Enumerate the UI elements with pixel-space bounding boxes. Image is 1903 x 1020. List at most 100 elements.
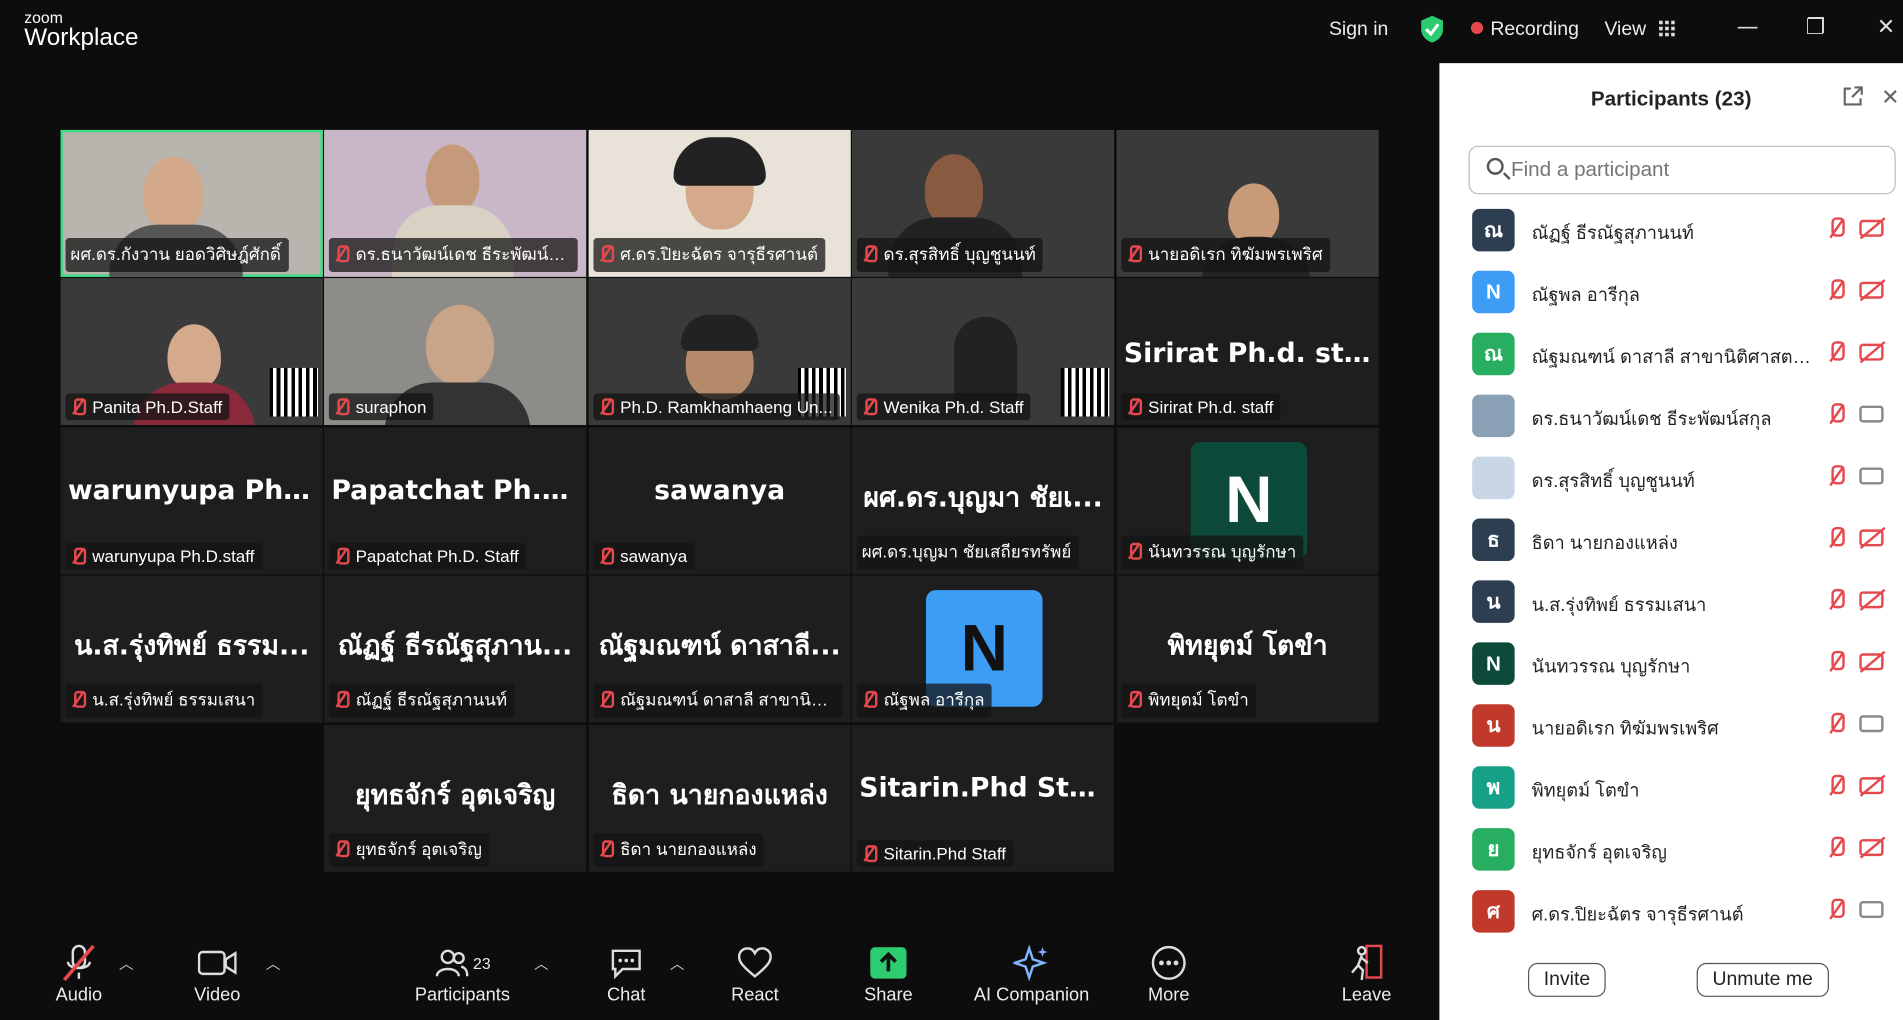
camera-off-icon[interactable]: [1859, 777, 1884, 795]
participant-row[interactable]: ดร.ธนาวัฒน์เดช ธีระพัฒน์สกุล: [1439, 385, 1903, 447]
participant-row[interactable]: น นายอดิเรก ทิฆัมพรเพริศ: [1439, 695, 1903, 757]
video-tile[interactable]: N นันทวรรณ บุญรักษา: [1116, 427, 1379, 575]
participant-name: Sirirat Ph.d. staff: [1121, 393, 1281, 421]
video-tile[interactable]: Panita Ph.D.Staff: [60, 278, 323, 425]
video-tile[interactable]: sawanya sawanya: [588, 427, 851, 575]
video-tile[interactable]: ดร.สุรสิทธิ์ บุญชูนนท์: [851, 129, 1115, 277]
participant-search[interactable]: [1468, 145, 1896, 195]
video-tile[interactable]: warunyupa Ph.... warunyupa Ph.D.staff: [60, 427, 323, 575]
camera-off-icon[interactable]: [1859, 219, 1884, 237]
pop-out-icon[interactable]: [1842, 85, 1864, 113]
chat-button[interactable]: Chat: [602, 941, 651, 1005]
video-tile[interactable]: ดร.ธนาวัฒน์เดช ธีระพัฒน์สกุล: [324, 129, 587, 277]
video-tile[interactable]: Wenika Ph.d. Staff: [851, 278, 1115, 425]
video-tile[interactable]: Sitarin.Phd Staff Sitarin.Phd Staff: [851, 724, 1115, 872]
camera-off-icon[interactable]: [1859, 281, 1884, 299]
mic-muted-icon[interactable]: [1825, 650, 1847, 675]
video-button[interactable]: Video: [187, 941, 248, 1005]
video-tile[interactable]: พิทยุตม์ โตขำ พิทยุตม์ โตขำ: [1116, 575, 1379, 723]
participants-button[interactable]: 23 Participants: [413, 941, 513, 1005]
video-tile[interactable]: ณัฏฐ์ ธีรณัฐสุภาน... ณัฏฐ์ ธีรณัฐสุภานนท…: [324, 575, 587, 723]
restore-icon[interactable]: ❐: [1801, 15, 1830, 44]
participant-row[interactable]: N ณัฐพล อารีกุล: [1439, 261, 1903, 323]
search-input[interactable]: [1510, 154, 1876, 186]
video-tile[interactable]: นายอดิเรก ทิฆัมพรเพริศ: [1116, 129, 1379, 277]
video-tile[interactable]: น.ส.รุ่งทิพย์ ธรรม... น.ส.รุ่งทิพย์ ธรรม…: [60, 575, 323, 723]
qr-code: [269, 367, 318, 417]
participant-list: ณณัฏฐ์ ธีรณัฐสุภานนท์ N ณัฐพล อารีกุลณณัฐม…: [1439, 199, 1903, 942]
participant-display-name: ยุทธจักร์ อุตเจริญ: [354, 780, 556, 812]
participant-row[interactable]: ย ยุทธจักร์ อุตเจริญ: [1439, 818, 1903, 880]
camera-off-icon[interactable]: [1859, 839, 1884, 857]
close-icon[interactable]: ✕: [1871, 15, 1900, 44]
leave-button[interactable]: Leave: [1340, 941, 1393, 1005]
minimize-icon[interactable]: —: [1733, 15, 1762, 44]
video-tile[interactable]: Papatchat Ph.D.... Papatchat Ph.D. Staff: [324, 427, 587, 575]
camera-icon[interactable]: [1859, 901, 1884, 918]
video-tile[interactable]: ศ.ดร.ปิยะฉัตร จารุธีรศานต์: [588, 129, 851, 277]
mic-muted-icon[interactable]: [1825, 217, 1847, 241]
participant-row[interactable]: น น.ส.รุ่งทิพย์ ธรรมเสนา: [1439, 571, 1903, 633]
camera-icon[interactable]: [1859, 715, 1884, 733]
mic-muted-icon[interactable]: [1825, 527, 1847, 551]
video-tile[interactable]: ณัฐมณฑน์ ดาสาลี... ณัฐมณฑน์ ดาสาลี สาขาน…: [588, 575, 851, 723]
participants-panel: Participants (23) ✕ ณ ณัฏฐ์ ธีรณัฐสุภานนท…: [1439, 63, 1903, 1020]
unmute-me-button[interactable]: Unmute me: [1696, 962, 1829, 997]
participant-row[interactable]: ธ ธิดา นายกองแหล่ง: [1439, 509, 1903, 571]
share-label: Share: [864, 984, 913, 1006]
mic-muted-icon[interactable]: [1825, 279, 1847, 303]
video-tile[interactable]: ยุทธจักร์ อุตเจริญ ยุทธจักร์ อุตเจริญ: [324, 724, 587, 872]
mic-muted-icon[interactable]: [1825, 465, 1847, 489]
mic-muted-icon: [1126, 245, 1143, 263]
react-button[interactable]: React: [728, 941, 781, 1005]
leave-label: Leave: [1341, 984, 1392, 1006]
participant-row[interactable]: ดร.สุรสิทธิ์ บุญชูนนท์: [1439, 447, 1903, 509]
participant-name: ศ.ดร.ปิยะฉัตร จารุธีรศานต์: [593, 238, 826, 272]
mic-muted-icon[interactable]: [1825, 898, 1847, 923]
camera-off-icon[interactable]: [1859, 653, 1884, 671]
video-options-chevron-icon[interactable]: ︿: [266, 953, 281, 974]
video-tile[interactable]: suraphon: [324, 278, 587, 425]
video-tile[interactable]: ธิดา นายกองแหล่ง ธิดา นายกองแหล่ง: [588, 724, 851, 872]
recording-indicator[interactable]: Recording: [1470, 19, 1579, 41]
participant-row[interactable]: N นันทวรรณ บุญรักษา: [1439, 633, 1903, 695]
audio-options-chevron-icon[interactable]: ︿: [119, 953, 134, 974]
participant-name: ดร.สุรสิทธิ์ บุญชูนนท์: [1531, 471, 1695, 492]
mic-muted-icon[interactable]: [1825, 403, 1847, 427]
camera-off-icon[interactable]: [1859, 591, 1884, 609]
participant-name: Wenika Ph.d. Staff: [856, 393, 1031, 421]
participant-name: ศ.ดร.ปิยะฉัตร จารุธีรศานต์: [1531, 904, 1744, 926]
participant-row[interactable]: ณ ณัฐมณฑน์ ดาสาลี สาขานิติศาสตร์ด...: [1439, 323, 1903, 385]
invite-button[interactable]: Invite: [1527, 962, 1606, 997]
chat-options-chevron-icon[interactable]: ︿: [670, 953, 685, 974]
camera-off-icon[interactable]: [1859, 343, 1884, 361]
video-tile[interactable]: Sirirat Ph.d. staff Sirirat Ph.d. staff: [1116, 278, 1379, 425]
mic-muted-icon[interactable]: [1825, 774, 1847, 799]
view-button[interactable]: View: [1604, 19, 1675, 41]
video-tile[interactable]: ผศ.ดร.กังวาน ยอดวิศิษฎ์ศักดิ์: [60, 129, 323, 277]
video-tile[interactable]: ผศ.ดร.บุญมา ชัยเ... ผศ.ดร.บุญมา ชัยเสถีย…: [851, 427, 1115, 575]
video-tile[interactable]: Ph.D. Ramkhamhaeng Un...: [588, 278, 851, 425]
close-panel-icon[interactable]: ✕: [1881, 85, 1899, 111]
mic-muted-icon[interactable]: [1825, 341, 1847, 365]
participant-row[interactable]: ณ ณัฏฐ์ ธีรณัฐสุภานนท์: [1439, 199, 1903, 261]
mic-muted-icon[interactable]: [1825, 836, 1847, 861]
video-tile[interactable]: N ณัฐพล อารีกุล: [851, 575, 1115, 723]
participant-row[interactable]: พ พิทยุตม์ โตขำ: [1439, 757, 1903, 819]
camera-icon[interactable]: [1859, 467, 1884, 485]
chat-icon: [602, 941, 651, 985]
camera-off-icon[interactable]: [1859, 529, 1884, 547]
more-button[interactable]: More: [1143, 941, 1194, 1005]
participant-row[interactable]: ศ ศ.ดร.ปิยะฉัตร จารุธีรศานต์: [1439, 880, 1903, 942]
mic-muted-icon[interactable]: [1825, 588, 1847, 613]
sign-in-link[interactable]: Sign in: [1329, 19, 1388, 41]
audio-button[interactable]: Audio: [46, 941, 112, 1005]
mic-muted-icon[interactable]: [1825, 712, 1847, 737]
camera-icon[interactable]: [1859, 405, 1884, 423]
shield-icon[interactable]: [1420, 15, 1444, 50]
participant-name: Panita Ph.D.Staff: [65, 393, 230, 421]
ai-companion-button[interactable]: AI Companion: [971, 941, 1092, 1005]
mic-muted-icon: [334, 547, 350, 565]
participants-options-chevron-icon[interactable]: ︿: [534, 953, 549, 974]
share-button[interactable]: Share: [862, 941, 915, 1005]
